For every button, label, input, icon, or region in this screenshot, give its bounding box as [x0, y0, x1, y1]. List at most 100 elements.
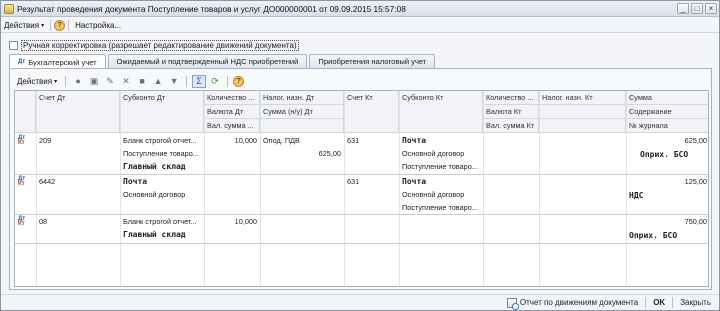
header-summa[interactable]: Сумма — [626, 91, 708, 105]
entries-table: Счет Дт Субконто Дт Количество ... Валют… — [14, 90, 709, 287]
toolbar-actions-menu[interactable]: Действия ▾ — [14, 77, 60, 86]
cell-subkonto-kt-3: Поступление товаро... — [402, 162, 478, 171]
help-icon[interactable]: ? — [54, 19, 66, 31]
cell-summa: 750,00 — [684, 217, 707, 226]
header-zhurnal[interactable]: № журнала — [626, 119, 708, 133]
move-down-icon[interactable]: ▼ — [167, 75, 181, 88]
row-divider — [15, 174, 708, 175]
cell-summa: 625,00 — [684, 136, 707, 145]
cell-soderzhanie: НДС — [629, 191, 644, 200]
report-button-label: Отчет по движениям документа — [519, 298, 639, 307]
move-up-icon[interactable]: ▲ — [151, 75, 165, 88]
status-bar: Отчет по движениям документа OK Закрыть — [1, 294, 719, 310]
manual-adjust-row: Ручная корректировка (разрешает редактир… — [9, 40, 299, 51]
header-val-summa-kt[interactable]: Вал. сумма Кт — [483, 119, 539, 133]
maximize-button[interactable]: □ — [691, 3, 703, 14]
manual-adjust-checkbox[interactable] — [9, 41, 18, 50]
sum-mode-icon[interactable]: Σ — [192, 74, 207, 88]
add-row-icon[interactable]: ● — [71, 75, 85, 88]
close-button[interactable]: Закрыть — [676, 298, 715, 307]
cell-nalog-dt: Опод. ПДВ — [263, 136, 300, 145]
header-nalog-kt[interactable]: Налог. назн. Кт — [539, 91, 626, 105]
cell-subkonto-kt-1: Почта — [402, 177, 427, 186]
copy-row-icon[interactable]: ▣ — [87, 75, 101, 88]
cell-schet-dt: 209 — [39, 136, 52, 145]
title-bar: Результат проведения документа Поступлен… — [1, 1, 719, 17]
header-val-summa-dt[interactable]: Вал. сумма ... — [204, 119, 260, 133]
cell-subkonto-dt-2: Главный склад — [123, 230, 186, 239]
cell-soderzhanie: Оприх. БСО — [640, 150, 689, 159]
table-header: Счет Дт Субконто Дт Количество ... Валют… — [15, 91, 708, 133]
status-separator — [645, 297, 647, 308]
column-divider — [260, 91, 261, 286]
header-soderzhanie[interactable]: Содержание — [626, 105, 708, 119]
cell-summa: 125,00 — [684, 177, 707, 186]
grid-toolbar: Действия ▾ ● ▣ ✎ ✕ ■ ▲ ▼ Σ ⟳ ? — [14, 74, 245, 88]
menu-separator — [50, 19, 52, 31]
header-valuta-kt[interactable]: Валюта Кт — [483, 105, 539, 119]
dt-kt-entry-icon: Дт Кт — [18, 216, 26, 227]
menu-bar: Действия ▾ ? Настройка... — [1, 18, 719, 33]
header-nalog-dt[interactable]: Налог. назн. Дт — [260, 91, 344, 105]
header-summa-nu-dt[interactable]: Сумма (н/у) Дт — [260, 105, 344, 119]
row-divider — [15, 214, 708, 215]
toolbar-separator — [227, 75, 229, 87]
cell-kolichestvo-dt: 10,000 — [234, 136, 257, 145]
cell-subkonto-kt-2: Основной договор — [402, 190, 465, 199]
header-icon-column — [15, 91, 36, 133]
cell-kolichestvo-dt: 10,000 — [234, 217, 257, 226]
report-icon — [506, 297, 519, 310]
delete-row-icon[interactable]: ✕ — [119, 75, 133, 88]
header-kolichestvo-kt[interactable]: Количество ... — [483, 91, 539, 105]
header-subkonto-kt[interactable]: Субконто Кт — [399, 91, 483, 133]
tab-strip: Дт Бухгалтерский учет Ожидаемый и подтве… — [9, 54, 436, 69]
cell-schet-kt: 631 — [347, 136, 360, 145]
header-empty — [539, 119, 626, 133]
tab-accounting[interactable]: Дт Бухгалтерский учет — [9, 54, 106, 69]
cell-subkonto-kt-2: Основной договор — [402, 149, 465, 158]
document-posting-window: Результат проведения документа Поступлен… — [0, 0, 720, 311]
column-divider — [626, 91, 627, 286]
column-divider — [539, 91, 540, 286]
minimize-button[interactable]: _ — [677, 3, 689, 14]
column-divider — [483, 91, 484, 286]
column-divider — [204, 91, 205, 286]
settings-menu[interactable]: Настройка... — [72, 21, 124, 30]
help-icon[interactable]: ? — [233, 75, 245, 87]
dt-kt-entry-icon: Дт Кт — [18, 135, 26, 146]
dt-kt-entry-icon: Дт Кт — [18, 176, 26, 187]
header-kolichestvo-dt[interactable]: Количество ... — [204, 91, 260, 105]
cell-subkonto-kt-3: Поступление товаро... — [402, 203, 478, 212]
column-divider — [344, 91, 345, 286]
end-edit-icon[interactable]: ■ — [135, 75, 149, 88]
toolbar-separator — [65, 75, 67, 87]
tab-tax-label: Приобретения налоговый учет — [318, 57, 427, 66]
header-valuta-dt[interactable]: Валюта Дт — [204, 105, 260, 119]
edit-row-icon[interactable]: ✎ — [103, 75, 117, 88]
header-schet-kt[interactable]: Счет Кт — [344, 91, 399, 133]
header-empty — [260, 119, 344, 133]
cell-summa-nu-dt: 625,00 — [318, 149, 341, 158]
header-schet-dt[interactable]: Счет Дт — [36, 91, 120, 133]
cell-soderzhanie: Оприх. БСО — [629, 231, 678, 240]
window-controls: _ □ × — [677, 3, 717, 14]
header-subkonto-dt[interactable]: Субконто Дт — [120, 91, 204, 133]
window-title: Результат проведения документа Поступлен… — [17, 3, 406, 14]
tab-vat-label: Ожидаемый и подтвержденный НДС приобрете… — [116, 57, 299, 66]
status-separator — [672, 297, 674, 308]
cell-subkonto-kt-1: Почта — [402, 136, 427, 145]
tab-accounting-label: Бухгалтерский учет — [28, 57, 97, 67]
refresh-icon[interactable]: ⟳ — [208, 75, 222, 88]
tab-vat[interactable]: Ожидаемый и подтвержденный НДС приобрете… — [107, 54, 308, 68]
chevron-down-icon: ▾ — [41, 22, 45, 29]
report-button[interactable]: Отчет по движениям документа — [503, 297, 642, 310]
close-window-button[interactable]: × — [705, 3, 717, 14]
actions-menu[interactable]: Действия ▾ — [1, 21, 47, 30]
cell-subkonto-dt-2: Поступление товаро... — [123, 149, 199, 158]
ok-button[interactable]: OK — [649, 298, 669, 307]
manual-adjust-label[interactable]: Ручная корректировка (разрешает редактир… — [21, 40, 299, 51]
cell-subkonto-dt-1: Бланк строгой отчет... — [123, 136, 197, 145]
tab-tax[interactable]: Приобретения налоговый учет — [309, 54, 436, 68]
cell-subkonto-dt-1: Бланк строгой отчет... — [123, 217, 197, 226]
toolbar-actions-label: Действия — [17, 76, 53, 86]
